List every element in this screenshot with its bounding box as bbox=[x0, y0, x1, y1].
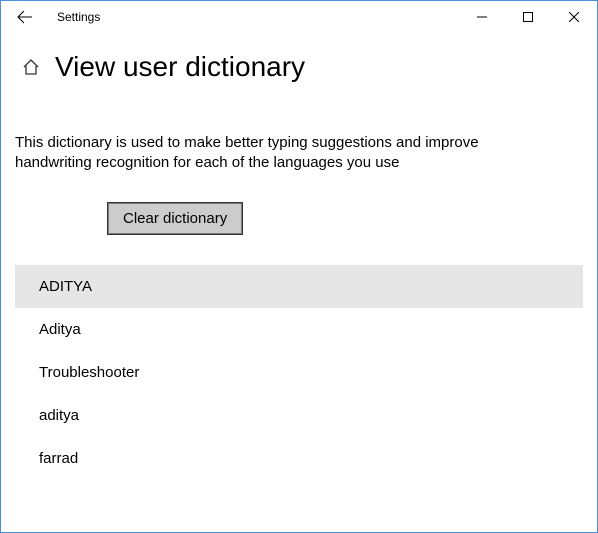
window-controls bbox=[459, 1, 597, 33]
close-icon bbox=[569, 12, 579, 22]
back-button[interactable] bbox=[9, 1, 41, 33]
titlebar: Settings bbox=[1, 1, 597, 33]
arrow-left-icon bbox=[17, 9, 33, 25]
minimize-icon bbox=[477, 12, 487, 22]
maximize-icon bbox=[523, 12, 533, 22]
list-item[interactable]: farrad bbox=[15, 437, 583, 480]
content-area: This dictionary is used to make better t… bbox=[1, 93, 597, 480]
list-item[interactable]: Troubleshooter bbox=[15, 351, 583, 394]
list-item[interactable]: ADITYA bbox=[15, 265, 583, 308]
list-item[interactable]: aditya bbox=[15, 394, 583, 437]
settings-window: Settings View use bbox=[0, 0, 598, 533]
description-text: This dictionary is used to make better t… bbox=[15, 133, 515, 174]
maximize-button[interactable] bbox=[505, 1, 551, 33]
list-item[interactable]: Aditya bbox=[15, 308, 583, 351]
window-title: Settings bbox=[57, 10, 100, 24]
clear-dictionary-button[interactable]: Clear dictionary bbox=[107, 202, 243, 235]
dictionary-list: ADITYA Aditya Troubleshooter aditya farr… bbox=[15, 265, 583, 480]
page-header: View user dictionary bbox=[1, 33, 597, 93]
close-button[interactable] bbox=[551, 1, 597, 33]
minimize-button[interactable] bbox=[459, 1, 505, 33]
home-icon[interactable] bbox=[21, 57, 41, 77]
page-title: View user dictionary bbox=[55, 51, 305, 83]
